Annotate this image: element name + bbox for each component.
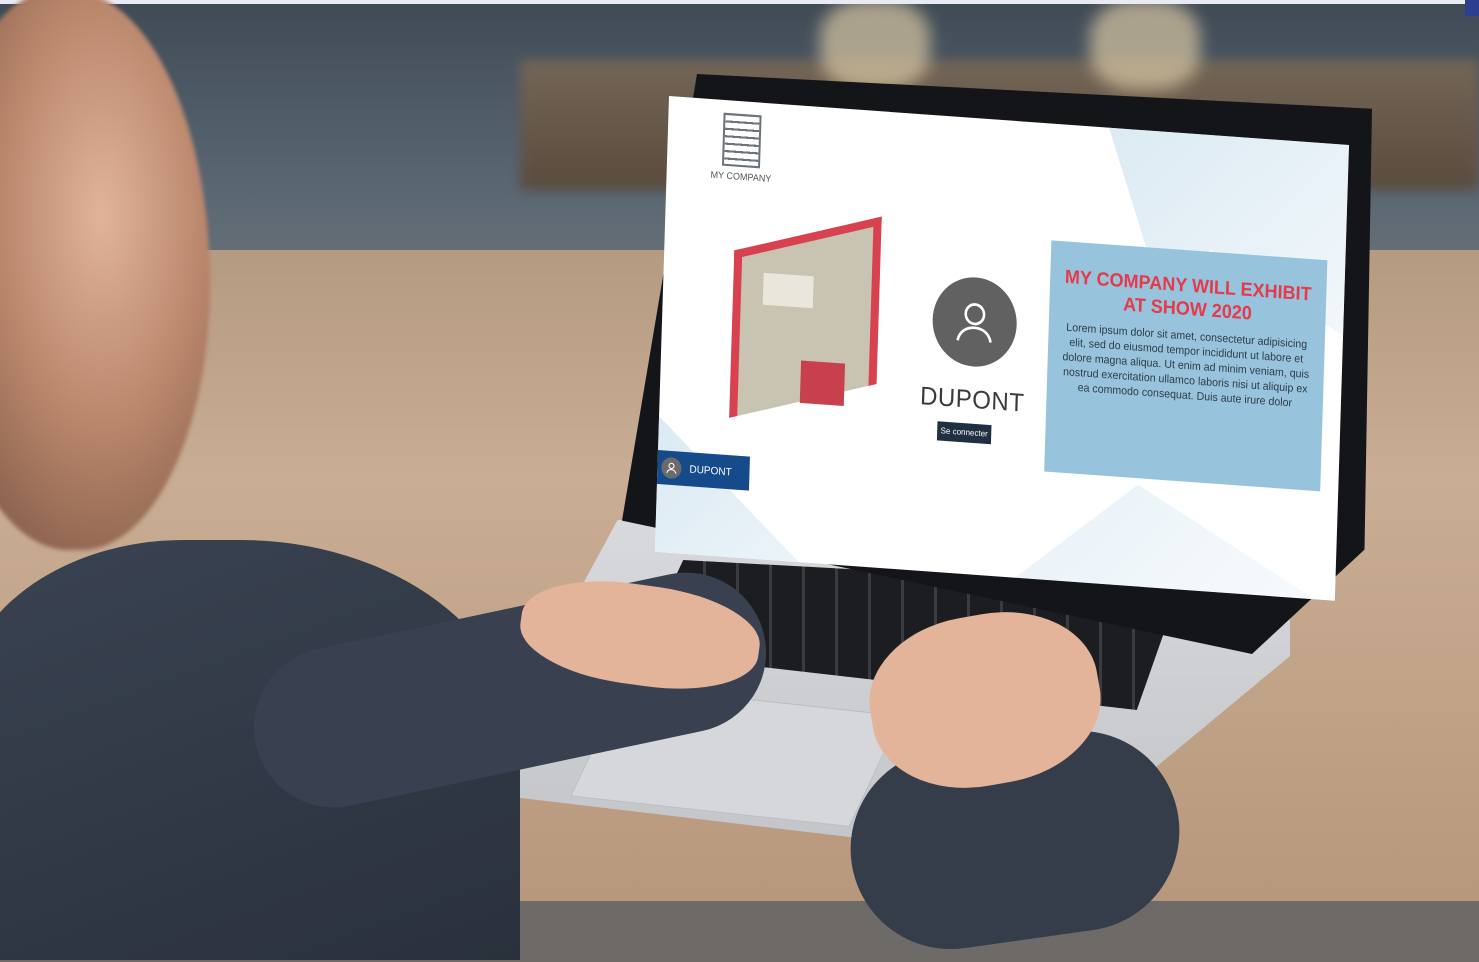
promo-panel: MY COMPANY WILL EXHIBIT AT SHOW 2020 Lor… [1044, 240, 1328, 492]
profile-name: DUPONT [919, 381, 1025, 418]
background-plant [1090, 0, 1200, 90]
login-button[interactable]: Se connecter [936, 421, 992, 445]
promo-body: Lorem ipsum dolor sit amet, consectetur … [1062, 321, 1310, 410]
top-border [0, 0, 1479, 4]
exhibition-booth-illustration [729, 216, 885, 430]
company-name: MY COMPANY [710, 169, 772, 185]
laptop-screen: MY COMPANY DUPONT Se connecter MY COMPAN… [654, 96, 1349, 601]
building-icon [721, 112, 762, 169]
user-chip[interactable]: DUPONT [654, 449, 750, 491]
background-plant [820, 0, 930, 90]
company-logo: MY COMPANY [710, 112, 772, 184]
user-avatar-icon [661, 456, 682, 480]
user-avatar-icon [931, 274, 1019, 370]
promo-title: MY COMPANY WILL EXHIBIT AT SHOW 2020 [1064, 265, 1312, 324]
corner-mark [1465, 0, 1479, 16]
user-chip-name: DUPONT [689, 463, 732, 479]
